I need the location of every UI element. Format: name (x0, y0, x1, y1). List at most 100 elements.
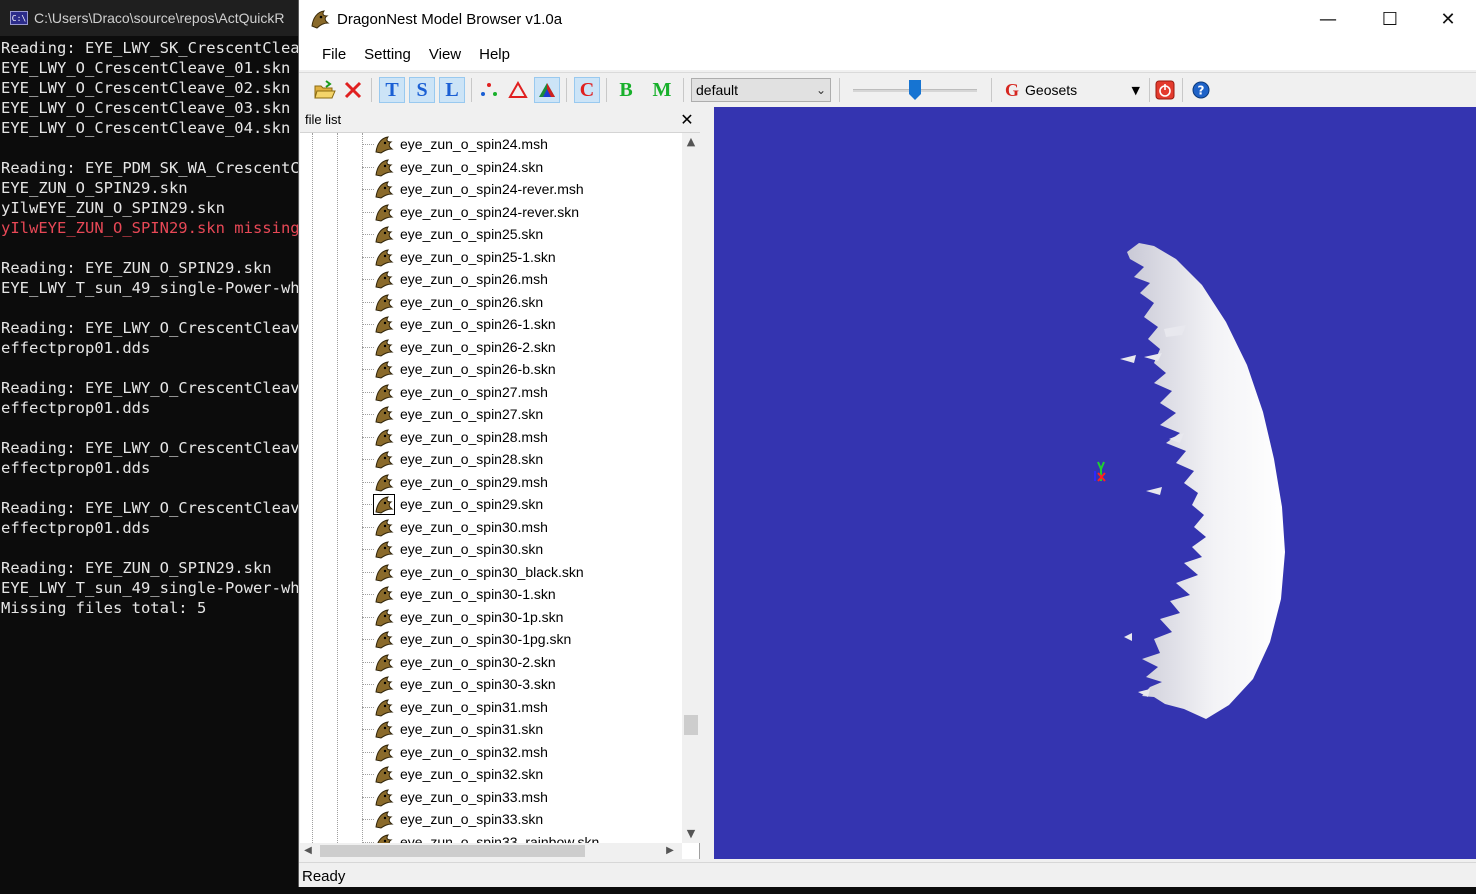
zoom-slider[interactable] (849, 78, 981, 102)
menu-file[interactable]: File (313, 42, 355, 67)
file-list-item[interactable]: eye_zun_o_spin27.skn (300, 403, 682, 426)
vertical-scrollbar[interactable]: ▲ ▼ (682, 133, 700, 843)
help-button[interactable]: ? (1189, 77, 1213, 103)
file-list-item[interactable]: eye_zun_o_spin24-rever.msh (300, 178, 682, 201)
console-line: EYE_ZUN_O_SPIN29.skn (1, 179, 188, 197)
file-list-item[interactable]: eye_zun_o_spin30.skn (300, 538, 682, 561)
toolbar-separator (606, 78, 607, 102)
maximize-button[interactable]: ☐ (1361, 0, 1419, 38)
menu-setting[interactable]: Setting (355, 42, 420, 67)
tree-connector (362, 639, 374, 640)
power-button[interactable] (1153, 77, 1177, 103)
console-line: EYE_LWY_O_CrescentCleave_04.skn (1, 119, 291, 137)
profile-select[interactable]: default ⌄ (691, 78, 831, 102)
file-list-item[interactable]: eye_zun_o_spin30-2.skn (300, 651, 682, 674)
wireframe-button[interactable] (506, 77, 530, 103)
file-list-item[interactable]: eye_zun_o_spin33.msh (300, 786, 682, 809)
model-render (1094, 243, 1285, 719)
file-list-item[interactable]: eye_zun_o_spin25.skn (300, 223, 682, 246)
file-list-item[interactable]: eye_zun_o_spin26.msh (300, 268, 682, 291)
file-name: eye_zun_o_spin27.msh (400, 383, 548, 400)
console-line: Reading: EYE_LWY_O_CrescentCleave (1, 379, 300, 397)
solid-shading-button[interactable] (534, 77, 560, 103)
file-list-item[interactable]: eye_zun_o_spin29.msh (300, 471, 682, 494)
horizontal-scrollbar[interactable]: ◀ ▶ (300, 843, 682, 859)
toggle-c-button[interactable]: C (574, 77, 600, 103)
status-text: Ready (302, 868, 346, 885)
dragon-file-icon (374, 315, 394, 334)
console-line: Reading: EYE_ZUN_O_SPIN29.skn (1, 559, 272, 577)
clear-button[interactable] (341, 77, 365, 103)
tree-connector (362, 391, 374, 393)
file-list-item[interactable]: eye_zun_o_spin26-2.skn (300, 336, 682, 359)
file-list-item[interactable]: eye_zun_o_spin25-1.skn (300, 246, 682, 269)
toggle-s-button[interactable]: S (409, 77, 435, 103)
file-list-item[interactable]: eye_zun_o_spin33_rainbow.skn (300, 831, 682, 843)
dragon-file-icon (374, 428, 394, 447)
file-list-item[interactable]: eye_zun_o_spin24.msh (300, 133, 682, 156)
file-list-item[interactable]: eye_zun_o_spin30-1p.skn (300, 606, 682, 629)
app-titlebar[interactable]: DragonNest Model Browser v1.0a — ☐ ✕ (299, 0, 1476, 38)
file-list-item[interactable]: eye_zun_o_spin30.msh (300, 516, 682, 539)
dragon-file-icon (374, 203, 394, 222)
file-list-item[interactable]: eye_zun_o_spin27.msh (300, 381, 682, 404)
menu-help[interactable]: Help (470, 42, 519, 67)
file-list-item[interactable]: eye_zun_o_spin31.skn (300, 718, 682, 741)
console-line: Reading: EYE_LWY_SK_CrescentCleav (1, 39, 300, 57)
dragon-file-icon (374, 788, 394, 807)
file-list-item[interactable]: eye_zun_o_spin30-1pg.skn (300, 628, 682, 651)
dragon-file-icon (374, 608, 394, 627)
vertices-button[interactable] (477, 77, 501, 103)
file-name: eye_zun_o_spin30.skn (400, 541, 544, 557)
file-name: eye_zun_o_spin30-1pg.skn (400, 631, 572, 647)
tree-connector (362, 504, 374, 505)
model-viewport[interactable] (714, 107, 1476, 859)
file-list-item[interactable]: eye_zun_o_spin24.skn (300, 156, 682, 179)
toolbar: T S L C B M default ⌄ G Geosets ▼ ? (299, 72, 1476, 106)
console-output: Reading: EYE_LWY_SK_CrescentCleav EYE_LWY… (1, 38, 300, 618)
file-tree[interactable]: eye_zun_o_spin24.msh eye_zun_o_spin24.skn… (300, 133, 682, 843)
scroll-left-icon[interactable]: ◀ (300, 843, 316, 859)
console-line: Reading: EYE_ZUN_O_SPIN29.skn (1, 259, 272, 277)
panel-close-button[interactable]: ✕ (674, 110, 700, 129)
vertical-scroll-thumb[interactable] (684, 715, 698, 735)
toggle-t-button[interactable]: T (379, 77, 405, 103)
slider-thumb[interactable] (909, 80, 921, 100)
file-list-item[interactable]: eye_zun_o_spin26-b.skn (300, 358, 682, 381)
file-name: eye_zun_o_spin30-2.skn (400, 653, 556, 670)
scroll-up-icon[interactable]: ▲ (682, 133, 700, 151)
minimize-button[interactable]: — (1299, 0, 1357, 38)
tree-connector (362, 211, 374, 213)
file-list-item[interactable]: eye_zun_o_spin28.skn (300, 448, 682, 471)
toggle-l-button[interactable]: L (439, 77, 465, 103)
file-list-item[interactable]: eye_zun_o_spin30-3.skn (300, 673, 682, 696)
file-list-item[interactable]: eye_zun_o_spin29.skn (300, 493, 682, 516)
file-list-item[interactable]: eye_zun_o_spin32.msh (300, 741, 682, 764)
menu-view[interactable]: View (420, 42, 470, 67)
horizontal-scroll-thumb[interactable] (320, 845, 585, 857)
file-list-item[interactable]: eye_zun_o_spin31.msh (300, 696, 682, 719)
file-list-item[interactable]: eye_zun_o_spin33.skn (300, 808, 682, 831)
open-folder-button[interactable] (313, 77, 337, 103)
scroll-right-icon[interactable]: ▶ (662, 843, 678, 859)
file-list-item[interactable]: eye_zun_o_spin28.msh (300, 426, 682, 449)
console-titlebar[interactable]: C:\ C:\Users\Draco\source\repos\ActQuick… (0, 0, 300, 36)
file-name: eye_zun_o_spin30-1p.skn (400, 608, 564, 625)
scroll-down-icon[interactable]: ▼ (682, 825, 700, 843)
file-list-item[interactable]: eye_zun_o_spin26-1.skn (300, 313, 682, 336)
file-list-item[interactable]: eye_zun_o_spin30-1.skn (300, 583, 682, 606)
file-list-item[interactable]: eye_zun_o_spin30_black.skn (300, 561, 682, 584)
close-button[interactable]: ✕ (1419, 0, 1476, 38)
file-list-item[interactable]: eye_zun_o_spin24-rever.skn (300, 201, 682, 224)
toggle-b-button[interactable]: B (613, 77, 639, 103)
solid-triangle-icon (539, 83, 555, 97)
file-list-item[interactable]: eye_zun_o_spin32.skn (300, 763, 682, 786)
file-list-item[interactable]: eye_zun_o_spin26.skn (300, 291, 682, 314)
file-name: eye_zun_o_spin25-1.skn (400, 248, 556, 265)
file-list-header: file list ✕ (300, 107, 700, 133)
toggle-m-button[interactable]: M (649, 77, 675, 103)
geosets-dropdown[interactable]: G Geosets ▼ (1005, 78, 1140, 102)
